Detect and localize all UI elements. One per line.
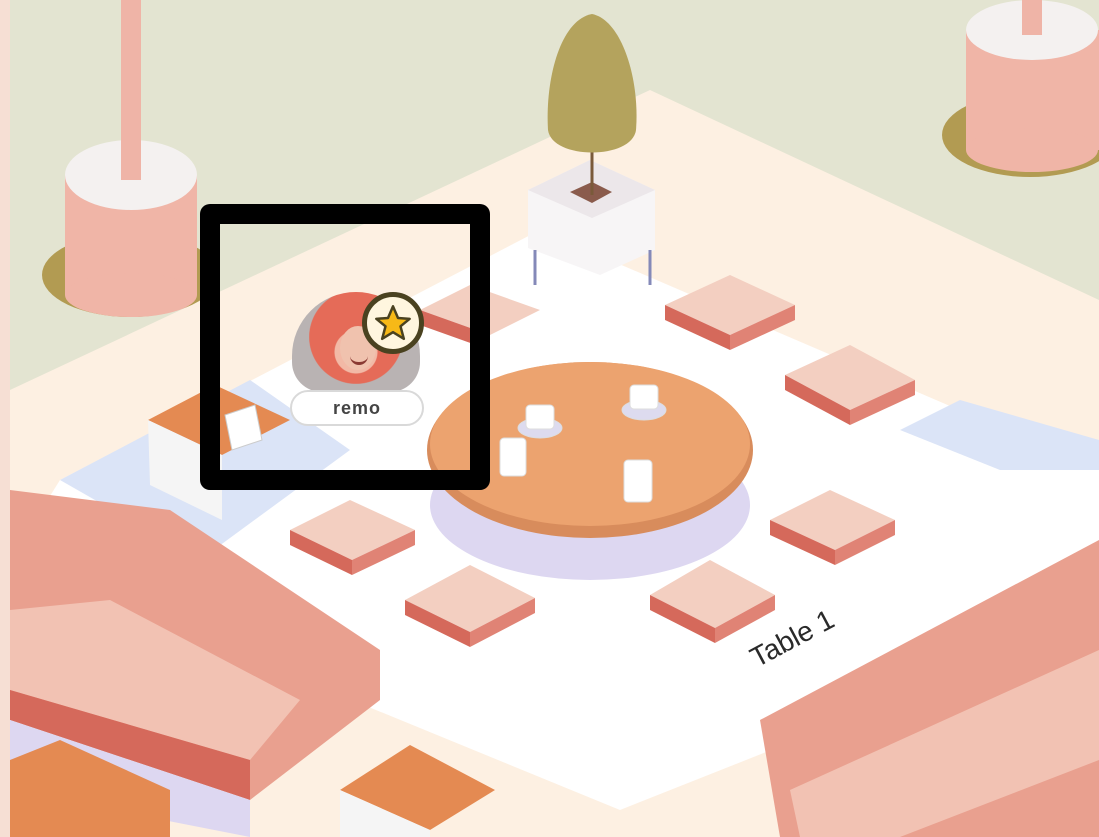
event-floor-map: Table 1 remo	[0, 0, 1099, 837]
floor-scene	[0, 0, 1099, 837]
remo-label: remo	[332, 397, 381, 418]
user-avatar[interactable]: remo	[290, 290, 424, 430]
star-icon	[362, 292, 424, 354]
remo-badge: remo	[290, 390, 424, 426]
